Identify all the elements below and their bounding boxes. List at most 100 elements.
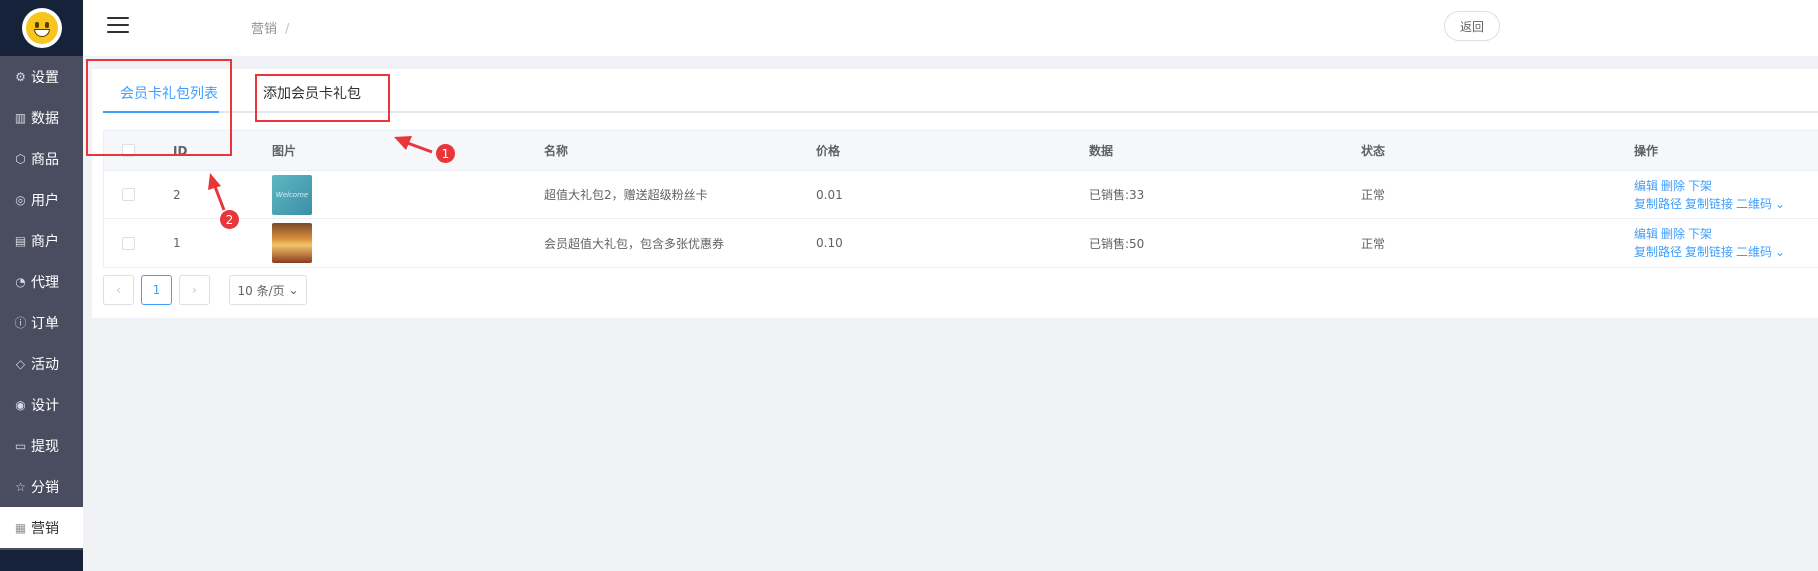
- sidebar-footer: [0, 550, 83, 571]
- edit-link[interactable]: 编辑: [1634, 179, 1658, 193]
- next-page-button[interactable]: ›: [179, 275, 210, 305]
- annotation-box-tab-add: [255, 74, 390, 122]
- sidebar-item-4[interactable]: ▤ 商户: [0, 220, 83, 261]
- sidebar-item-1[interactable]: ▥ 数据: [0, 97, 83, 138]
- sidebar-item-label: 用户: [31, 192, 59, 209]
- chevron-right-icon: ›: [192, 283, 197, 297]
- chevron-down-icon: ⌄: [288, 283, 299, 297]
- row-price: 0.01: [816, 187, 843, 202]
- row-id: 2: [173, 187, 181, 202]
- delete-link[interactable]: 删除: [1661, 179, 1685, 193]
- unlist-link[interactable]: 下架: [1688, 227, 1712, 241]
- row-checkbox[interactable]: [122, 236, 135, 250]
- product-thumbnail: [272, 223, 312, 263]
- sidebar-item-2[interactable]: ⬡ 商品: [0, 138, 83, 179]
- gear-icon: ⚙: [15, 69, 26, 84]
- sidebar-nav: ⚙ 设置 ▥ 数据 ⬡ 商品 ◎ 用户 ▤ 商户 ◔ 代理 ⓘ 订单 ◇ 活动 ◉ 设计 ▭ 提现 ☆ 分销 ▦ 营销: [0, 56, 83, 548]
- chevron-down-icon[interactable]: ⌄: [1775, 245, 1785, 259]
- user-icon: ◎: [15, 192, 26, 207]
- sidebar-item-10[interactable]: ☆ 分销: [0, 466, 83, 507]
- product-thumbnail: Welcome: [272, 174, 312, 215]
- table-row: 2 Welcome 超值大礼包2，赠送超级粉丝卡 0.01 已销售:33 正常 …: [104, 171, 1818, 219]
- annotation-box-tab-list: [86, 59, 232, 156]
- sidebar-item-label: 数据: [31, 110, 59, 127]
- sidebar-item-7[interactable]: ◇ 活动: [0, 343, 83, 384]
- unlist-link[interactable]: 下架: [1688, 179, 1712, 193]
- prev-page-button[interactable]: ‹: [103, 275, 134, 305]
- info-icon: ⓘ: [14, 316, 27, 330]
- store-icon: ▤: [14, 233, 27, 248]
- header-status: 状态: [1361, 144, 1386, 158]
- pie-icon: ◔: [15, 274, 26, 289]
- sidebar-item-11[interactable]: ▦ 营销: [0, 507, 83, 548]
- qrcode-link[interactable]: 二维码: [1736, 197, 1772, 211]
- row-price: 0.10: [816, 236, 843, 250]
- sidebar-item-label: 营销: [31, 520, 59, 537]
- header-ops: 操作: [1634, 144, 1659, 158]
- annotation-marker-1: 1: [436, 144, 455, 163]
- sidebar-item-9[interactable]: ▭ 提现: [0, 425, 83, 466]
- copy-path-link[interactable]: 复制路径: [1634, 245, 1682, 259]
- header-data: 数据: [1089, 144, 1114, 158]
- row-data: 已销售:50: [1089, 236, 1145, 251]
- sidebar-item-0[interactable]: ⚙ 设置: [0, 56, 83, 97]
- copy-url-link[interactable]: 复制链接: [1685, 197, 1733, 211]
- header-name: 名称: [544, 144, 569, 158]
- logo[interactable]: [0, 0, 83, 56]
- table-row: 1 会员超值大礼包，包含多张优惠券 0.10 已销售:50 正常 编辑 删除 下架 …: [104, 219, 1818, 267]
- card-icon: ▭: [14, 438, 27, 453]
- sidebar-item-label: 设计: [31, 397, 59, 414]
- row-id: 1: [173, 236, 181, 250]
- row-checkbox[interactable]: [122, 188, 135, 201]
- row-ops: 编辑 删除 下架 复制路径 复制链接 二维码 ⌄: [1634, 171, 1788, 218]
- sidebar-item-label: 订单: [31, 315, 59, 332]
- row-name: 超值大礼包2，赠送超级粉丝卡: [544, 188, 708, 202]
- grid-icon: ▦: [14, 520, 27, 535]
- sidebar-item-3[interactable]: ◎ 用户: [0, 179, 83, 220]
- copy-path-link[interactable]: 复制路径: [1634, 197, 1682, 211]
- sidebar-item-8[interactable]: ◉ 设计: [0, 384, 83, 425]
- page-number-button[interactable]: 1: [141, 275, 172, 305]
- edit-link[interactable]: 编辑: [1634, 227, 1658, 241]
- page-size-select[interactable]: 10 条/页 ⌄: [229, 275, 307, 305]
- smiley-icon: [25, 12, 58, 44]
- annotation-marker-2: 2: [220, 210, 239, 229]
- chevron-down-icon[interactable]: ⌄: [1775, 197, 1785, 211]
- bar-chart-icon: ▥: [14, 110, 27, 125]
- copy-url-link[interactable]: 复制链接: [1685, 245, 1733, 259]
- sidebar-item-5[interactable]: ◔ 代理: [0, 261, 83, 302]
- sidebar-item-label: 设置: [31, 69, 59, 86]
- delete-link[interactable]: 删除: [1661, 227, 1685, 241]
- breadcrumb-item[interactable]: 营销: [251, 22, 277, 37]
- row-data: 已销售:33: [1089, 188, 1145, 202]
- sidebar-item-label: 商品: [31, 151, 59, 168]
- sidebar-item-label: 提现: [31, 438, 59, 455]
- thumbnail-text: Welcome: [275, 190, 309, 199]
- palette-icon: ◉: [15, 397, 26, 412]
- page-size-value: 10 条/页: [237, 283, 285, 298]
- row-status: 正常: [1361, 188, 1386, 202]
- breadcrumb: 营销 /: [251, 18, 289, 37]
- chevron-left-icon: ‹: [116, 283, 121, 297]
- sidebar-item-label: 代理: [31, 274, 59, 291]
- table-header: ID 图片 名称 价格 数据 状态 操作: [104, 131, 1818, 171]
- sidebar-item-label: 分销: [31, 479, 59, 496]
- qrcode-link[interactable]: 二维码: [1736, 245, 1772, 259]
- top-header: 营销 / 返回: [83, 0, 1818, 56]
- pagination: ‹ 1 › 10 条/页 ⌄: [103, 275, 307, 305]
- tag-icon: ◇: [15, 356, 26, 371]
- box-icon: ⬡: [15, 151, 26, 166]
- row-ops: 编辑 删除 下架 复制路径 复制链接 二维码 ⌄: [1634, 219, 1788, 267]
- breadcrumb-separator: /: [285, 22, 290, 37]
- back-button[interactable]: 返回: [1444, 11, 1500, 41]
- sidebar: ⚙ 设置 ▥ 数据 ⬡ 商品 ◎ 用户 ▤ 商户 ◔ 代理 ⓘ 订单 ◇ 活动 ◉ 设计 ▭ 提现 ☆ 分销 ▦ 营销: [0, 0, 83, 571]
- sidebar-item-label: 商户: [31, 233, 59, 250]
- header-price: 价格: [816, 144, 841, 158]
- sidebar-item-6[interactable]: ⓘ 订单: [0, 302, 83, 343]
- row-name: 会员超值大礼包，包含多张优惠券: [544, 236, 725, 251]
- sidebar-item-label: 活动: [31, 356, 59, 373]
- star-icon: ☆: [15, 479, 26, 494]
- gift-pack-table: ID 图片 名称 价格 数据 状态 操作 2 Welcome 超值大礼包2，赠送…: [103, 130, 1818, 268]
- header-image: 图片: [272, 144, 297, 158]
- menu-toggle-icon[interactable]: [107, 17, 129, 35]
